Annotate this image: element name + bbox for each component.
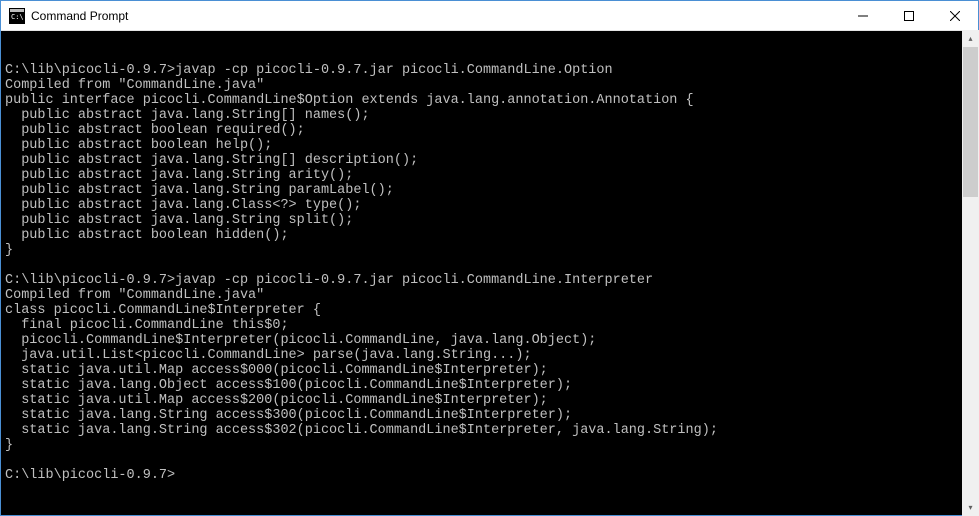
terminal-line: }: [5, 243, 974, 258]
window-controls: [840, 1, 978, 30]
terminal-line: public abstract java.lang.Class<?> type(…: [5, 198, 974, 213]
terminal-line: public interface picocli.CommandLine$Opt…: [5, 93, 974, 108]
minimize-button[interactable]: [840, 1, 886, 30]
terminal-line: public abstract boolean help();: [5, 138, 974, 153]
terminal-line: C:\lib\picocli-0.9.7>javap -cp picocli-0…: [5, 63, 974, 78]
scrollbar-up-arrow[interactable]: ▴: [962, 30, 979, 47]
app-icon: C:\: [9, 8, 25, 24]
terminal-line: public abstract java.lang.String[] descr…: [5, 153, 974, 168]
maximize-button[interactable]: [886, 1, 932, 30]
terminal-line: static java.util.Map access$000(picocli.…: [5, 363, 974, 378]
terminal-line: static java.lang.String access$300(picoc…: [5, 408, 974, 423]
terminal-line: static java.lang.Object access$100(picoc…: [5, 378, 974, 393]
terminal-line: static java.util.Map access$200(picocli.…: [5, 393, 974, 408]
terminal-line: Compiled from "CommandLine.java": [5, 78, 974, 93]
terminal-line: java.util.List<picocli.CommandLine> pars…: [5, 348, 974, 363]
terminal-line: public abstract java.lang.String paramLa…: [5, 183, 974, 198]
terminal-line: public abstract boolean required();: [5, 123, 974, 138]
terminal-line: public abstract java.lang.String arity()…: [5, 168, 974, 183]
terminal-line: public abstract java.lang.String split()…: [5, 213, 974, 228]
terminal-line: [5, 453, 974, 468]
terminal-line: final picocli.CommandLine this$0;: [5, 318, 974, 333]
terminal-line: public abstract boolean hidden();: [5, 228, 974, 243]
terminal-line: }: [5, 438, 974, 453]
terminal-line: [5, 258, 974, 273]
close-button[interactable]: [932, 1, 978, 30]
terminal-line: static java.lang.String access$302(picoc…: [5, 423, 974, 438]
terminal-line: public abstract java.lang.String[] names…: [5, 108, 974, 123]
vertical-scrollbar[interactable]: ▴ ▾: [962, 30, 979, 516]
terminal-line: class picocli.CommandLine$Interpreter {: [5, 303, 974, 318]
terminal-line: Compiled from "CommandLine.java": [5, 288, 974, 303]
window-title: Command Prompt: [31, 9, 840, 23]
terminal-line: C:\lib\picocli-0.9.7>javap -cp picocli-0…: [5, 273, 974, 288]
terminal-line: C:\lib\picocli-0.9.7>: [5, 468, 974, 483]
terminal-output[interactable]: C:\lib\picocli-0.9.7>javap -cp picocli-0…: [1, 31, 978, 515]
terminal-line: [5, 48, 974, 63]
scrollbar-down-arrow[interactable]: ▾: [962, 499, 979, 516]
scrollbar-thumb[interactable]: [963, 47, 978, 197]
terminal-line: picocli.CommandLine$Interpreter(picocli.…: [5, 333, 974, 348]
svg-text:C:\: C:\: [11, 13, 24, 21]
titlebar: C:\ Command Prompt: [1, 1, 978, 31]
